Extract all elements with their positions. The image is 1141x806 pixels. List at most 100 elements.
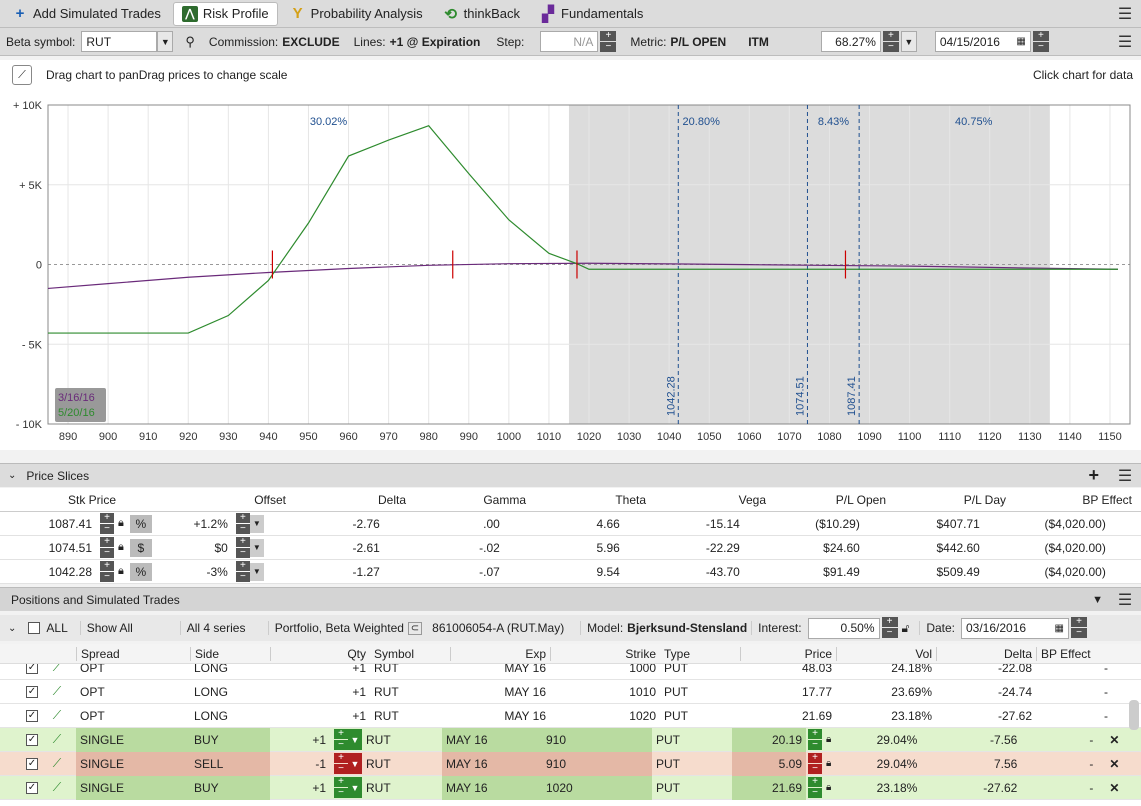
slice-row[interactable]: 1074.51 + − 🔒︎ $ $0 + − ▼ -2.61 -.02 5.96 … bbox=[0, 536, 1141, 560]
row-checkbox[interactable]: ✓ bbox=[26, 757, 38, 770]
show-filter[interactable]: Show All bbox=[79, 621, 180, 635]
offset-stepper[interactable]: + − bbox=[235, 512, 250, 535]
pos-type[interactable]: PUT bbox=[652, 781, 732, 795]
beta-symbol-field[interactable]: RUT bbox=[81, 31, 158, 52]
pos-type[interactable]: PUT bbox=[652, 757, 732, 771]
itm-value[interactable]: ITM bbox=[748, 35, 769, 49]
lock-icon[interactable]: 🔒︎ bbox=[118, 541, 124, 554]
calendar-icon[interactable]: ▦ bbox=[1055, 623, 1064, 634]
pos-price[interactable]: 21.69 bbox=[732, 775, 806, 800]
row-checkbox[interactable]: ✓ bbox=[26, 733, 38, 746]
model-value[interactable]: Bjerksund-Stensland bbox=[627, 621, 751, 635]
risk-profile-chart[interactable]: 890 900 910 920 930 940 950 960 970 980 990 1000 101… bbox=[0, 90, 1141, 450]
chevron-down-icon[interactable]: ⌄ bbox=[8, 623, 16, 634]
position-row[interactable]: ✓ ⟋ SINGLE BUY +1 + − ▼ RUT MAY 16 1020 PU… bbox=[0, 775, 1141, 800]
lock-icon[interactable]: 🔒︎ bbox=[118, 517, 124, 530]
col-header[interactable]: Symbol bbox=[370, 647, 450, 661]
chart-svg[interactable]: 890 900 910 920 930 940 950 960 970 980 990 1000 101… bbox=[0, 90, 1141, 450]
position-row[interactable]: ✓ ⟋ OPT LONG +1 RUT MAY 16 1020 PUT 21.6… bbox=[0, 704, 1141, 728]
pos-exp[interactable]: MAY 16 bbox=[442, 751, 542, 776]
scrollbar[interactable] bbox=[1129, 700, 1139, 730]
slice-price[interactable]: 1074.51 bbox=[0, 541, 96, 555]
tab-fundamentals[interactable]: ▞ Fundamentals bbox=[532, 2, 651, 26]
pos-spread[interactable]: SINGLE bbox=[76, 751, 190, 776]
col-header[interactable]: Vol bbox=[836, 646, 936, 661]
pos-qty[interactable]: +1 bbox=[270, 733, 330, 747]
col-header[interactable]: Qty bbox=[270, 646, 370, 661]
offset-unit[interactable]: $ bbox=[129, 538, 152, 557]
close-icon[interactable]: ✕ bbox=[1109, 757, 1119, 771]
pos-side[interactable]: SELL bbox=[190, 751, 270, 776]
interest-field[interactable]: 0.50% bbox=[807, 617, 880, 639]
close-icon[interactable]: ✕ bbox=[1109, 733, 1119, 747]
chevron-down-icon[interactable]: ▼ bbox=[900, 31, 917, 52]
calendar-icon[interactable]: ▦ bbox=[1016, 36, 1025, 47]
price-stepper[interactable]: + − bbox=[100, 512, 114, 535]
qty-stepper[interactable]: + − bbox=[334, 752, 348, 775]
chevron-down-icon[interactable]: ▼ bbox=[249, 562, 264, 581]
offset-stepper[interactable]: + − bbox=[235, 560, 250, 583]
col-header[interactable]: Strike bbox=[550, 646, 660, 661]
slice-offset[interactable]: $0 bbox=[152, 541, 232, 555]
menu-icon[interactable]: ☰ bbox=[1115, 466, 1135, 486]
lines-value[interactable]: +1 @ Expiration bbox=[390, 35, 481, 49]
add-slice-button[interactable]: + bbox=[1088, 465, 1099, 486]
slice-price[interactable]: 1087.41 bbox=[0, 517, 96, 531]
chevron-down-icon[interactable]: ▼ bbox=[249, 514, 264, 533]
col-header[interactable]: Side bbox=[190, 646, 270, 661]
account-label[interactable]: 861006054-A (RUT.May) bbox=[432, 621, 580, 635]
slice-offset[interactable]: -3% bbox=[152, 565, 232, 579]
probability-field[interactable]: 68.27% bbox=[820, 31, 881, 52]
step-field[interactable]: N/A bbox=[540, 31, 599, 52]
col-header[interactable]: BP Effect bbox=[1036, 646, 1112, 661]
pos-exp[interactable]: MAY 16 bbox=[442, 775, 542, 800]
slice-row[interactable]: 1042.28 + − 🔒︎ % -3% + − ▼ -1.27 -.07 9.54… bbox=[0, 560, 1141, 584]
chevron-down-icon[interactable]: ▼ bbox=[348, 777, 362, 798]
row-checkbox[interactable]: ✓ bbox=[26, 685, 38, 698]
pos-exp[interactable]: MAY 16 bbox=[442, 727, 542, 752]
row-checkbox[interactable]: ✓ bbox=[26, 781, 38, 794]
price-stepper[interactable]: + − bbox=[808, 776, 822, 799]
offset-stepper[interactable]: + − bbox=[235, 536, 250, 559]
col-header[interactable]: Type bbox=[660, 647, 740, 661]
portfolio-filter[interactable]: Portfolio, Beta Weighted bbox=[267, 621, 408, 635]
menu-icon[interactable]: ☰ bbox=[1115, 4, 1135, 24]
row-checkbox[interactable]: ✓ bbox=[26, 709, 38, 722]
lock-icon[interactable]: 🔒︎ bbox=[118, 565, 124, 578]
collapse-icon[interactable]: ▼ bbox=[1092, 594, 1103, 606]
pos-strike[interactable]: 1020 bbox=[542, 775, 652, 800]
col-header[interactable]: Exp bbox=[450, 646, 550, 661]
select-all-checkbox[interactable] bbox=[28, 622, 41, 634]
price-stepper[interactable]: + − bbox=[100, 536, 114, 559]
qty-stepper[interactable]: + − bbox=[334, 776, 348, 799]
pos-spread[interactable]: SINGLE bbox=[76, 727, 190, 752]
chevron-down-icon[interactable]: ▼ bbox=[348, 729, 362, 750]
commission-value[interactable]: EXCLUDE bbox=[282, 35, 339, 49]
date-field[interactable]: 04/15/2016 ▦ bbox=[934, 31, 1031, 52]
col-header[interactable]: Spread bbox=[76, 646, 190, 661]
price-stepper[interactable]: + − bbox=[808, 752, 822, 775]
pos-price[interactable]: 5.09 bbox=[732, 751, 806, 776]
menu-icon[interactable]: ☰ bbox=[1115, 590, 1135, 610]
close-icon[interactable]: ✕ bbox=[1109, 781, 1119, 795]
pos-spread[interactable]: SINGLE bbox=[76, 775, 190, 800]
offset-unit[interactable]: % bbox=[129, 562, 152, 581]
chevron-down-icon[interactable]: ▼ bbox=[249, 538, 264, 557]
pos-qty[interactable]: -1 bbox=[270, 757, 330, 771]
date-stepper[interactable]: + − bbox=[1032, 30, 1049, 53]
price-stepper[interactable]: + − bbox=[100, 560, 114, 583]
lock-icon[interactable]: 🔓︎ bbox=[902, 621, 910, 636]
offset-unit[interactable]: % bbox=[129, 514, 152, 533]
pos-qty[interactable]: +1 bbox=[270, 781, 330, 795]
date-stepper[interactable]: + − bbox=[1071, 617, 1087, 639]
qty-stepper[interactable]: + − bbox=[334, 728, 348, 751]
col-header[interactable]: Delta bbox=[936, 646, 1036, 661]
positions-date-field[interactable]: 03/16/2016 ▦ bbox=[961, 617, 1069, 639]
link-icon[interactable]: ⚲ bbox=[185, 34, 195, 50]
chevron-down-icon[interactable]: ▼ bbox=[157, 31, 174, 52]
chevron-down-icon[interactable]: ▼ bbox=[348, 753, 362, 774]
slice-row[interactable]: 1087.41 + − 🔒︎ % +1.2% + − ▼ -2.76 .00 4.6… bbox=[0, 512, 1141, 536]
pos-strike[interactable]: 910 bbox=[542, 751, 652, 776]
tab-probability-analysis[interactable]: Y Probability Analysis bbox=[282, 2, 431, 26]
interest-stepper[interactable]: + − bbox=[881, 617, 898, 639]
